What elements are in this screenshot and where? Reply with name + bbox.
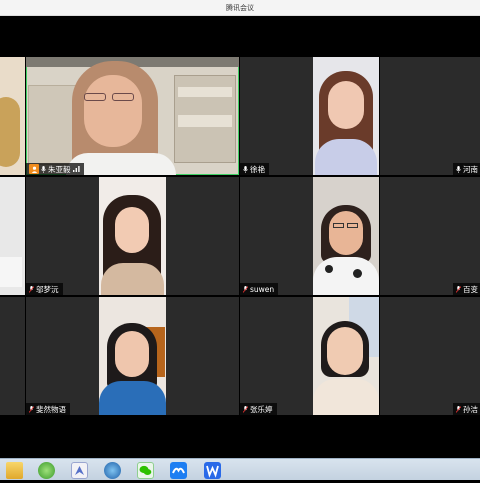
participant-name-label: 邬梦沅 (26, 283, 63, 295)
video-content (26, 57, 239, 175)
participant-name: 张乐婷 (250, 404, 273, 414)
mic-muted-icon (29, 285, 34, 293)
mic-icon (41, 165, 46, 173)
app-icon[interactable] (71, 462, 88, 479)
participant-name: 徐艳 (250, 164, 265, 174)
video-content (99, 177, 166, 295)
taskbar (0, 458, 480, 480)
participant-name-label: 张乐婷 (240, 403, 277, 415)
participant-tile-left-edge-3[interactable] (0, 297, 25, 415)
mic-muted-icon (243, 285, 248, 293)
participant-name-label: 孙洁 (453, 403, 480, 415)
participant-tile[interactable]: suwen (240, 177, 379, 295)
participant-name: 百变 (463, 284, 478, 294)
participant-name-label: 徐艳 (240, 163, 269, 175)
participant-name: 朱亚毅 (48, 164, 71, 174)
participant-tile[interactable]: 百变 (380, 177, 480, 295)
participant-name-label: 斐然物语 (26, 403, 70, 415)
participant-tile[interactable]: 斐然物语 (26, 297, 239, 415)
participant-name-label: suwen (240, 283, 279, 295)
mic-muted-icon (456, 285, 461, 293)
network-icon[interactable] (38, 462, 55, 479)
participant-name-label: 河南 (453, 163, 480, 175)
video-content (0, 257, 22, 287)
participant-tile-speaker[interactable]: 朱亚毅 (26, 57, 239, 175)
wps-icon[interactable] (204, 462, 221, 479)
browser-icon[interactable] (104, 462, 121, 479)
participant-tile[interactable]: 邬梦沅 (26, 177, 239, 295)
participant-name-label: 朱亚毅 (26, 163, 84, 175)
video-content (313, 297, 379, 415)
participant-name: 河南 (463, 164, 478, 174)
host-icon (29, 164, 39, 174)
participant-name: 孙洁 (463, 404, 478, 414)
participant-tile[interactable]: 张乐婷 (240, 297, 379, 415)
folder-icon[interactable] (6, 462, 23, 479)
participant-tile[interactable]: 孙洁 (380, 297, 480, 415)
participant-name-label: 百变 (453, 283, 480, 295)
mic-icon (243, 165, 248, 173)
window-titlebar: 腾讯会议 (0, 0, 480, 16)
window-title: 腾讯会议 (226, 3, 254, 12)
participant-name: 邬梦沅 (36, 284, 59, 294)
mic-muted-icon (29, 405, 34, 413)
participant-name: suwen (250, 284, 275, 294)
participant-tile[interactable]: 徐艳 (240, 57, 379, 175)
mic-icon (456, 165, 461, 173)
tencent-meeting-icon[interactable] (170, 462, 187, 479)
video-content (0, 97, 20, 167)
participant-tile[interactable]: 河南 (380, 57, 480, 175)
video-content (313, 177, 379, 295)
signal-icon (72, 166, 80, 172)
video-content (313, 57, 379, 175)
participant-tile-left-edge-1[interactable] (0, 57, 25, 175)
participant-name: 斐然物语 (36, 404, 66, 414)
video-content (99, 297, 166, 415)
mic-muted-icon (456, 405, 461, 413)
mic-muted-icon (243, 405, 248, 413)
wechat-icon[interactable] (137, 462, 154, 479)
video-grid: 朱亚毅 徐艳 河南 邬梦沅 suwen 百变 斐然物语 张乐婷 孙洁 (0, 16, 480, 458)
participant-tile-left-edge-2[interactable] (0, 177, 25, 295)
